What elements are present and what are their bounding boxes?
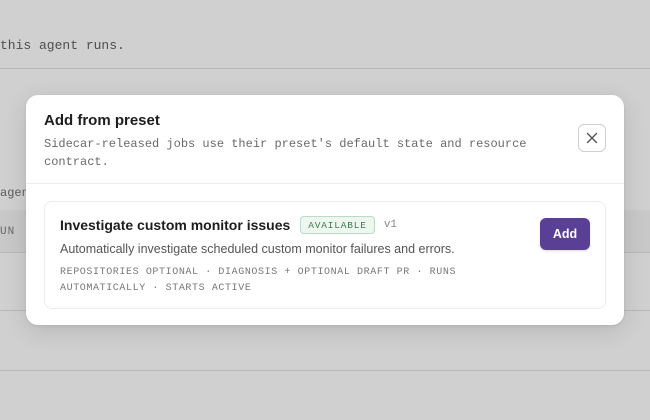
preset-description: Automatically investigate scheduled cust…: [60, 242, 455, 256]
dialog-header: Add from preset Sidecar-released jobs us…: [26, 95, 624, 184]
preset-card: Investigate custom monitor issues AVAILA…: [44, 201, 606, 309]
close-button[interactable]: [578, 124, 606, 152]
status-badge: AVAILABLE: [300, 216, 375, 234]
preset-title-row: Investigate custom monitor issues AVAILA…: [60, 216, 397, 234]
close-icon: [586, 132, 598, 144]
dialog-title: Add from preset: [44, 112, 160, 129]
add-button[interactable]: Add: [540, 218, 590, 250]
dialog-subtitle: Sidecar-released jobs use their preset's…: [44, 137, 527, 169]
add-from-preset-dialog: Add from preset Sidecar-released jobs us…: [26, 95, 624, 325]
version-label: v1: [383, 219, 398, 231]
preset-title: Investigate custom monitor issues: [60, 217, 291, 233]
preset-meta: REPOSITORIES OPTIONAL · DIAGNOSIS + OPTI…: [60, 267, 457, 294]
